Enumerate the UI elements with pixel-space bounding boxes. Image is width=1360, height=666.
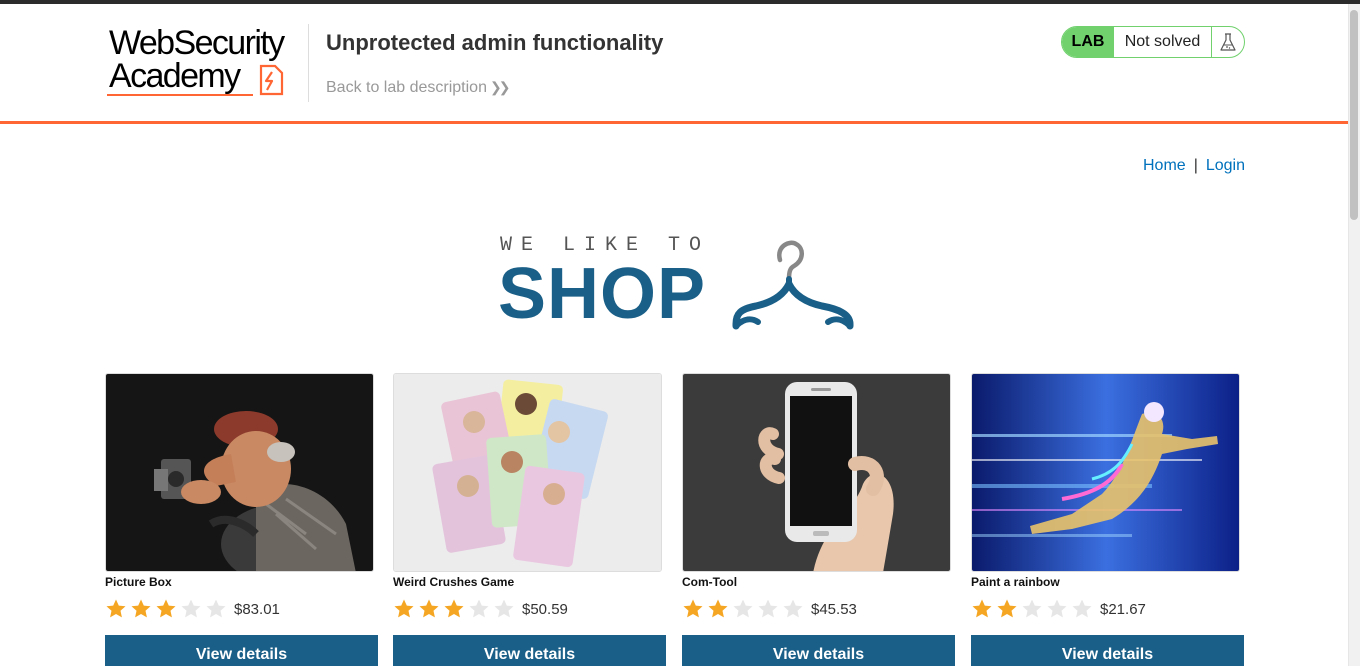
product-name: Picture Box [105,575,172,589]
star-empty-icon [206,599,226,618]
logo-underline [107,94,253,96]
page-scrollbar[interactable] [1348,4,1360,666]
lab-status-widget: LAB Not solved [1061,26,1245,58]
product-rating: $21.67 [971,599,1245,619]
lab-badge: LAB [1062,27,1114,57]
product-name: Weird Crushes Game [393,575,515,589]
star-empty-icon [1047,599,1067,618]
header-divider [308,24,309,102]
star-filled-icon [106,599,126,618]
nav-separator: | [1193,157,1198,174]
star-filled-icon [972,599,992,618]
product-price: $21.67 [1100,600,1146,618]
product-name: Com-Tool [682,575,738,589]
star-empty-icon [758,599,778,618]
view-details-button[interactable]: View details [971,635,1244,666]
star-empty-icon [733,599,753,618]
star-filled-icon [419,599,439,618]
product-rating: $45.53 [682,599,956,619]
star-empty-icon [494,599,514,618]
home-link[interactable]: Home [1143,157,1186,174]
star-empty-icon [1022,599,1042,618]
product-card: Picture Box $83.01 View details [105,373,379,666]
star-empty-icon [469,599,489,618]
star-filled-icon [394,599,414,618]
product-image [971,373,1240,572]
view-details-button[interactable]: View details [393,635,666,666]
scrollbar-thumb[interactable] [1350,10,1358,220]
star-filled-icon [997,599,1017,618]
star-filled-icon [683,599,703,618]
view-details-button[interactable]: View details [682,635,955,666]
logo-lightning-icon [259,64,284,96]
academy-header: WebSecurity Academy Unprotected admin fu… [0,4,1348,124]
top-links: Home | Login [1143,157,1245,175]
neon-runner-image [972,374,1239,571]
lab-title: Unprotected admin functionality [326,30,664,55]
product-image [105,373,374,572]
star-empty-icon [181,599,201,618]
view-details-button[interactable]: View details [105,635,378,666]
back-to-lab-description-link[interactable]: Back to lab description ❯❯ [326,79,511,97]
lab-status-text: Not solved [1114,27,1212,57]
product-card: Com-Tool $45.53 View details [682,373,956,666]
product-image [393,373,662,572]
product-card: Paint a rainbow $21.67 View details [971,373,1245,666]
product-rating: $50.59 [393,599,667,619]
star-empty-icon [1072,599,1092,618]
star-empty-icon [783,599,803,618]
product-name: Paint a rainbow [971,575,1060,589]
logo-line2: Academy [109,57,241,95]
product-price: $50.59 [522,600,568,618]
login-link[interactable]: Login [1206,157,1245,174]
product-price: $45.53 [811,600,857,618]
product-card: Weird Crushes Game $50.59 View details [393,373,667,666]
web-security-academy-logo[interactable]: WebSecurity Academy [107,26,307,98]
double-chevron-right-icon: ❯❯ [489,79,511,95]
photographer-figurine-image [106,374,373,571]
smartphone-image [683,374,950,571]
product-price: $83.01 [234,600,280,618]
banner-title: SHOP [498,254,707,334]
trading-cards-image [394,374,661,571]
back-link-label: Back to lab description [326,79,487,96]
clothes-hanger-icon [732,240,854,330]
star-filled-icon [444,599,464,618]
shop-banner: WE LIKE TO SHOP [498,228,858,338]
star-filled-icon [156,599,176,618]
logo-line1: WebSecurity [109,24,285,62]
product-rating: $83.01 [105,599,379,619]
star-filled-icon [131,599,151,618]
flask-icon [1212,27,1244,57]
star-filled-icon [708,599,728,618]
product-image [682,373,951,572]
